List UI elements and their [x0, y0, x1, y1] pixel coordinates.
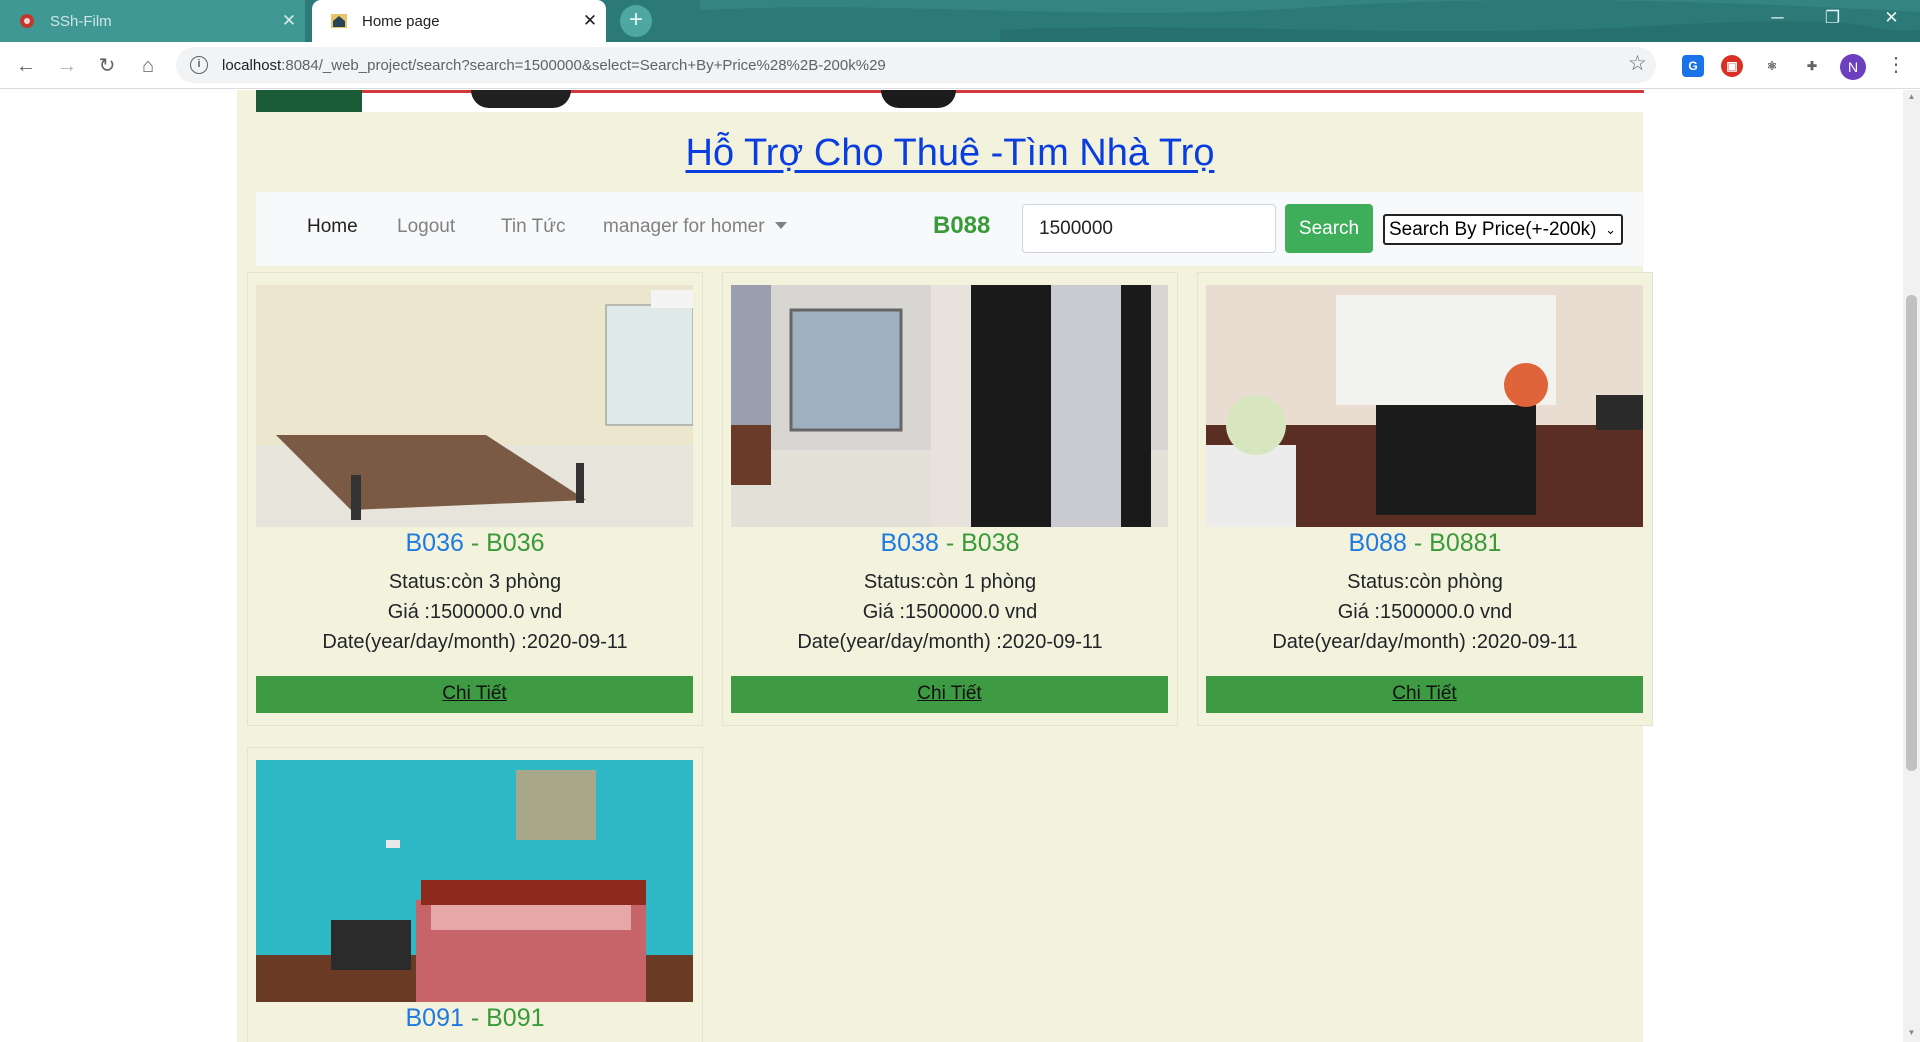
listing-date: Date(year/day/month) :2020-09-11 — [1272, 631, 1578, 653]
trash-extension-icon[interactable]: ▣ — [1721, 55, 1743, 77]
room-photo[interactable] — [256, 285, 693, 527]
address-bar[interactable]: i localhost:8084/_web_project/search?sea… — [176, 47, 1656, 83]
browser-toolbar: ← → ↻ ⌂ i localhost:8084/_web_project/se… — [0, 42, 1920, 89]
translate-extension-icon[interactable]: G — [1682, 55, 1704, 77]
site-title-link[interactable]: Hỗ Trợ Cho Thuê -Tìm Nhà Trọ — [237, 132, 1663, 175]
house-icon — [331, 14, 347, 28]
forward-arrow-icon[interactable]: → — [51, 50, 83, 82]
bookmark-star-icon[interactable]: ☆ — [1628, 51, 1647, 76]
search-input[interactable]: 1500000 — [1022, 204, 1276, 253]
listing-name-separator: - — [463, 529, 487, 557]
minimize-icon[interactable]: ─ — [1755, 0, 1800, 38]
window-close-icon[interactable]: ✕ — [1869, 0, 1914, 38]
listing-status: Status:còn 1 phòng — [863, 571, 1037, 593]
film-icon — [20, 14, 34, 28]
search-mode-select[interactable]: Search By Price(+-200k) ⌄ — [1383, 214, 1623, 245]
user-code-label: B088 — [933, 212, 991, 239]
nav-news-link[interactable]: Tin Tức — [501, 216, 565, 238]
listing-subcode: B0881 — [1429, 529, 1502, 557]
listing-name[interactable]: B091 - B091 — [248, 1004, 702, 1033]
listing-code: B088 — [1348, 529, 1407, 557]
listing-code: B091 — [405, 1004, 464, 1032]
listing-name[interactable]: B088 - B0881 — [1198, 529, 1652, 558]
listing-subcode: B091 — [486, 1004, 545, 1032]
listing-price: Giá :1500000.0 vnd — [862, 601, 1038, 623]
listing-name[interactable]: B036 - B036 — [248, 529, 702, 558]
tab-ssh-film[interactable]: SSh-Film ✕ — [0, 0, 305, 42]
close-icon[interactable]: ✕ — [574, 11, 606, 31]
url-host: localhost — [222, 56, 282, 74]
listing-status: Status:còn 3 phòng — [388, 571, 562, 593]
page-viewport: Hỗ Trợ Cho Thuê -Tìm Nhà Trọ Home Logout… — [0, 90, 1920, 1042]
browser-tab-strip: SSh-Film ✕ Home page ✕ + ─ ❐ ✕ — [0, 0, 1920, 42]
new-tab-plus-icon[interactable]: + — [620, 5, 652, 37]
listing-name[interactable]: B038 - B038 — [723, 529, 1177, 558]
react-extension-icon[interactable]: ⚛ — [1761, 55, 1783, 77]
search-mode-value: Search By Price(+-200k) — [1389, 219, 1597, 240]
nav-logout-link[interactable]: Logout — [397, 216, 455, 238]
page-container: Hỗ Trợ Cho Thuê -Tìm Nhà Trọ Home Logout… — [237, 90, 1653, 1042]
listing-code: B038 — [880, 529, 939, 557]
room-photo[interactable] — [731, 285, 1168, 527]
kebab-menu-icon[interactable]: ⋮ — [1886, 52, 1906, 77]
listing-subcode: B036 — [486, 529, 545, 557]
chevron-down-icon: ⌄ — [1605, 222, 1616, 237]
listing-status: Status:còn phòng — [1347, 571, 1503, 593]
nav-manager-label: manager for homer — [603, 216, 765, 237]
listing-price: Giá :1500000.0 vnd — [1337, 601, 1513, 623]
listing-card: B036 - B036 Status:còn 3 phòng Giá :1500… — [247, 272, 703, 726]
room-photo[interactable] — [1206, 285, 1643, 527]
listing-date: Date(year/day/month) :2020-09-11 — [322, 631, 628, 653]
navbar: Home Logout Tin Tức manager for homer B0… — [256, 192, 1644, 266]
url-path: :8084/_web_project/search?search=1500000… — [281, 56, 886, 74]
vertical-scrollbar[interactable]: ▲ ▼ — [1903, 90, 1920, 1042]
puzzle-extensions-icon[interactable]: ✚ — [1801, 55, 1823, 77]
scroll-down-arrow-icon[interactable]: ▼ — [1903, 1028, 1920, 1037]
listing-name-separator: - — [938, 529, 962, 557]
nav-home-link[interactable]: Home — [307, 216, 358, 238]
close-icon[interactable]: ✕ — [273, 11, 305, 31]
listing-date: Date(year/day/month) :2020-09-11 — [797, 631, 1103, 653]
scroll-up-arrow-icon[interactable]: ▲ — [1903, 92, 1920, 101]
tab-title: SSh-Film — [50, 12, 112, 30]
listing-name-separator: - — [463, 1004, 487, 1032]
back-arrow-icon[interactable]: ← — [10, 50, 42, 82]
site-info-icon[interactable]: i — [190, 56, 208, 74]
tab-title: Home page — [362, 12, 440, 30]
header-banner-image — [256, 90, 1644, 112]
home-icon[interactable]: ⌂ — [132, 50, 164, 82]
detail-button[interactable]: Chi Tiết — [731, 676, 1168, 713]
detail-button[interactable]: Chi Tiết — [256, 676, 693, 713]
listing-code: B036 — [405, 529, 464, 557]
restore-icon[interactable]: ❐ — [1810, 0, 1855, 38]
room-photo[interactable] — [256, 760, 693, 1002]
scrollbar-thumb[interactable] — [1906, 295, 1917, 771]
caret-down-icon — [774, 222, 787, 229]
listing-subcode: B038 — [961, 529, 1020, 557]
detail-button[interactable]: Chi Tiết — [1206, 676, 1643, 713]
listing-card: B038 - B038 Status:còn 1 phòng Giá :1500… — [722, 272, 1178, 726]
search-button[interactable]: Search — [1285, 204, 1373, 253]
profile-avatar[interactable]: N — [1840, 54, 1866, 80]
tab-home-page[interactable]: Home page ✕ — [312, 0, 606, 42]
listing-name-separator: - — [1406, 529, 1430, 557]
listing-price: Giá :1500000.0 vnd — [387, 601, 563, 623]
listing-card: B091 - B091 — [247, 747, 703, 1042]
reload-icon[interactable]: ↻ — [91, 50, 123, 82]
listing-card: B088 - B0881 Status:còn phòng Giá :15000… — [1197, 272, 1653, 726]
nav-manager-dropdown[interactable]: manager for homer — [603, 216, 787, 238]
